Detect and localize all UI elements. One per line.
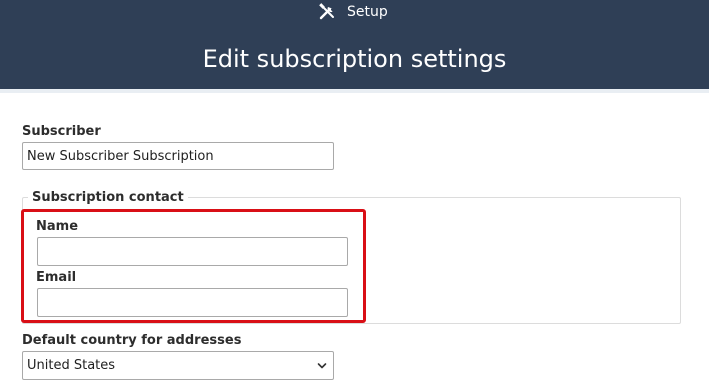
subscription-contact-legend: Subscription contact: [28, 190, 188, 206]
chevron-down-icon: [317, 363, 327, 369]
name-input[interactable]: [37, 237, 348, 266]
country-selected-value: United States: [27, 358, 116, 373]
header-divider: [0, 89, 709, 93]
email-input[interactable]: [37, 288, 348, 317]
setup-link[interactable]: Setup: [318, 3, 388, 21]
name-label: Name: [36, 219, 79, 234]
subscriber-label: Subscriber: [22, 124, 101, 139]
email-label: Email: [36, 270, 77, 285]
country-label: Default country for addresses: [22, 333, 242, 348]
page-header: Setup Edit subscription settings: [0, 0, 709, 89]
setup-label: Setup: [347, 4, 388, 20]
page-title: Edit subscription settings: [202, 45, 507, 73]
subscriber-input[interactable]: [22, 142, 334, 170]
country-select[interactable]: United States: [22, 351, 334, 380]
tools-icon: [319, 3, 334, 20]
